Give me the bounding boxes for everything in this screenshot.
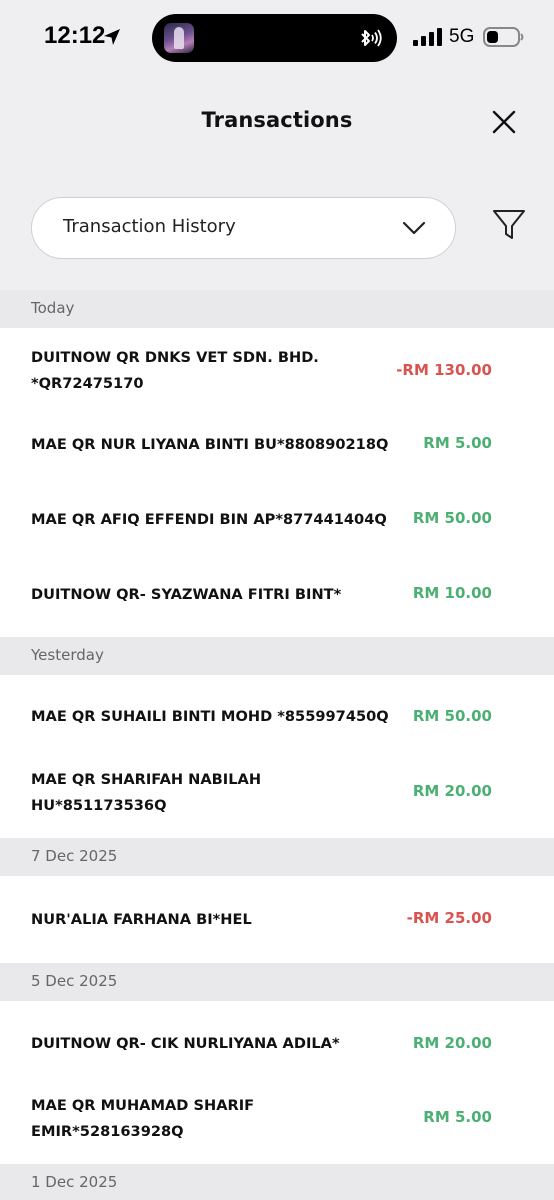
transaction-description: NUR'ALIA FARHANA BI*HEL	[31, 911, 252, 928]
transaction-row[interactable]: NUR'ALIA FARHANA BI*HEL -RM 25.00	[0, 876, 554, 963]
transaction-amount: RM 5.00	[423, 434, 492, 452]
section-header-date: 1 Dec 2025	[0, 1164, 554, 1200]
battery-icon	[483, 27, 524, 47]
transaction-description: MAE QR SHARIFAH NABILAH HU*851173536Q	[31, 771, 262, 814]
bluetooth-audio-icon	[361, 29, 382, 47]
transaction-row[interactable]: DUITNOW QR- SYAZWANA FITRI BINT* RM 10.0…	[0, 560, 554, 637]
dynamic-island	[152, 14, 397, 62]
transaction-amount: RM 20.00	[412, 782, 492, 800]
section-header-yesterday: Yesterday	[0, 637, 554, 675]
transaction-row[interactable]: MAE QR NUR LIYANA BINTI BU*880890218Q RM…	[0, 410, 554, 485]
section-header-today: Today	[0, 290, 554, 328]
transaction-row[interactable]: MAE QR AFIQ EFFENDI BIN AP*877441404Q RM…	[0, 485, 554, 560]
transaction-description: DUITNOW QR DNKS VET SDN. BHD. *QR7247517…	[31, 349, 319, 392]
status-time: 12:12	[44, 22, 106, 49]
transaction-row[interactable]: MAE QR SUHAILI BINTI MOHD *855997450Q RM…	[0, 675, 554, 758]
page-title: Transactions	[201, 108, 353, 132]
transaction-row[interactable]: MAE QR MUHAMAD SHARIF EMIR*528163928Q RM…	[0, 1084, 554, 1164]
section-header-date: 5 Dec 2025	[0, 963, 554, 1001]
transaction-type-dropdown[interactable]: Transaction History	[31, 197, 456, 259]
transaction-list: Today DUITNOW QR DNKS VET SDN. BHD. *QR7…	[0, 290, 554, 1200]
transaction-description: DUITNOW QR- SYAZWANA FITRI BINT*	[31, 586, 342, 603]
transaction-description: MAE QR MUHAMAD SHARIF EMIR*528163928Q	[31, 1097, 255, 1140]
transaction-amount: RM 5.00	[423, 1108, 492, 1126]
transaction-description: DUITNOW QR- CIK NURLIYANA ADILA*	[31, 1035, 340, 1052]
status-bar: 12:12 5G	[0, 0, 554, 76]
transaction-row[interactable]: DUITNOW QR- CIK NURLIYANA ADILA* RM 20.0…	[0, 1001, 554, 1084]
transaction-amount: -RM 25.00	[406, 909, 492, 927]
transaction-amount: RM 10.00	[412, 584, 492, 602]
transaction-description: MAE QR SUHAILI BINTI MOHD *855997450Q	[31, 708, 389, 725]
filter-icon[interactable]	[490, 206, 528, 244]
transaction-amount: RM 20.00	[412, 1034, 492, 1052]
transaction-row[interactable]: MAE QR SHARIFAH NABILAH HU*851173536Q RM…	[0, 758, 554, 838]
transaction-amount: RM 50.00	[412, 509, 492, 527]
cellular-signal-icon	[413, 28, 442, 46]
transaction-amount: -RM 130.00	[396, 361, 492, 379]
transaction-amount: RM 50.00	[412, 707, 492, 725]
chevron-down-icon	[402, 221, 426, 235]
close-icon[interactable]	[488, 106, 520, 138]
location-arrow-icon	[104, 29, 120, 45]
network-type: 5G	[449, 26, 475, 47]
dropdown-selected-value: Transaction History	[63, 216, 236, 237]
transaction-description: MAE QR NUR LIYANA BINTI BU*880890218Q	[31, 436, 389, 453]
transaction-row[interactable]: DUITNOW QR DNKS VET SDN. BHD. *QR7247517…	[0, 328, 554, 410]
section-header-date: 7 Dec 2025	[0, 838, 554, 876]
transaction-description: MAE QR AFIQ EFFENDI BIN AP*877441404Q	[31, 511, 387, 528]
